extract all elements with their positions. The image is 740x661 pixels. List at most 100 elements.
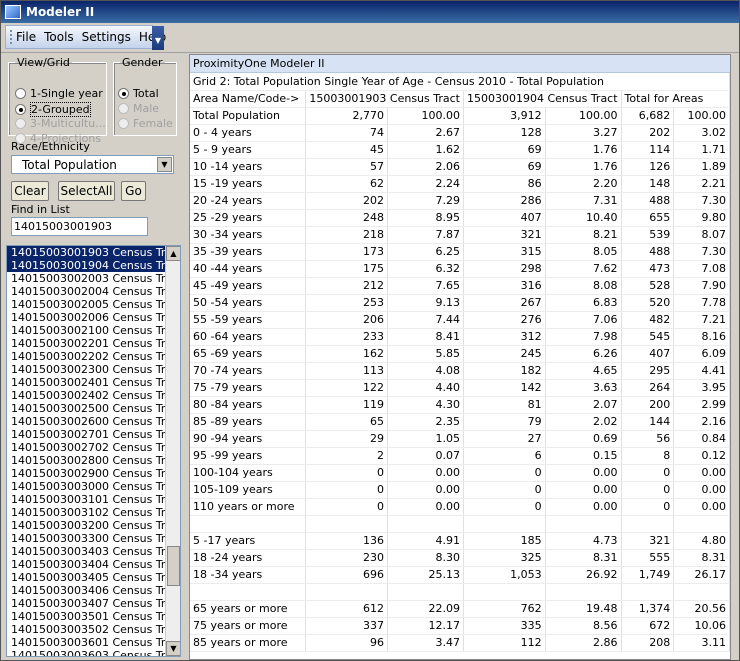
go-button[interactable]: Go — [121, 181, 146, 201]
list-item[interactable]: 14015003002100 Census Tract — [7, 324, 180, 337]
list-item[interactable]: 14015003002900 Census Tract — [7, 467, 180, 480]
table-row[interactable]: 15 -19 years 62 2.24 86 2.20 148 2.21 — [190, 175, 730, 193]
list-scrollbar[interactable]: ▲ ▼ — [165, 246, 180, 656]
list-item[interactable]: 14015003003405 Census Tract — [7, 571, 180, 584]
table-cell: 2.67 — [387, 124, 464, 142]
table-row[interactable]: 25 -29 years 248 8.95 407 10.40 655 9.80 — [190, 209, 730, 227]
list-item[interactable]: 14015003002201 Census Tract — [7, 337, 180, 350]
table-row[interactable]: 75 -79 years 122 4.40 142 3.63 264 3.95 — [190, 379, 730, 397]
list-item[interactable]: 14015003002005 Census Tract — [7, 298, 180, 311]
row-label: 100-104 years — [190, 464, 307, 482]
table-row[interactable]: 35 -39 years 173 6.25 315 8.05 488 7.30 — [190, 243, 730, 261]
table-row[interactable] — [190, 515, 730, 533]
race-select[interactable]: Total Population ▼ — [11, 155, 174, 174]
table-row[interactable]: 10 -14 years 57 2.06 69 1.76 126 1.89 — [190, 158, 730, 176]
table-cell: 6.09 — [673, 345, 730, 363]
table-row[interactable]: 85 -89 years 65 2.35 79 2.02 144 2.16 — [190, 413, 730, 431]
table-row[interactable]: 18 -34 years 696 25.13 1,053 26.92 1,749 26.17 — [190, 566, 730, 584]
list-item[interactable]: 14015003003404 Census Tract — [7, 558, 180, 571]
list-item[interactable]: 14015003003101 Census Tract — [7, 493, 180, 506]
table-row[interactable]: Total Population 2,770 100.00 3,912 100.00 6,… — [190, 107, 730, 125]
table-row[interactable]: 0 - 4 years 74 2.67 128 3.27 202 3.02 — [190, 124, 730, 142]
overflow-chevron-icon[interactable]: ▼ — [152, 26, 164, 50]
list-item[interactable]: 14015003002401 Census Tract — [7, 376, 180, 389]
find-input[interactable]: 14015003001903 — [11, 217, 148, 236]
list-item[interactable]: 14015003002800 Census Tract — [7, 454, 180, 467]
table-row[interactable]: 80 -84 years 119 4.30 81 2.07 200 2.99 — [190, 396, 730, 414]
table-cell: 2.20 — [545, 175, 622, 193]
menu-strip: File Tools Settings Help ▼ — [5, 25, 166, 50]
list-item[interactable]: 14015003002500 Census Tract — [7, 402, 180, 415]
table-row[interactable]: 30 -34 years 218 7.87 321 8.21 539 8.07 — [190, 226, 730, 244]
table-cell: 1.71 — [673, 141, 730, 159]
list-item[interactable]: 14015003003200 Census Tract — [7, 519, 180, 532]
table-row[interactable]: 110 years or more 0 0.00 0 0.00 0 0.00 — [190, 498, 730, 516]
scroll-up-icon[interactable]: ▲ — [166, 246, 180, 261]
list-item[interactable]: 14015003003000 Census Tract — [7, 480, 180, 493]
menu-settings[interactable]: Settings — [82, 30, 131, 44]
table-row[interactable]: 20 -24 years 202 7.29 286 7.31 488 7.30 — [190, 192, 730, 210]
title-bar[interactable]: Modeler II — [1, 1, 739, 23]
list-item[interactable]: 14015003002702 Census Tract — [7, 441, 180, 454]
table-row[interactable]: 65 -69 years 162 5.85 245 6.26 407 6.09 — [190, 345, 730, 363]
selectall-button[interactable]: SelectAll — [58, 181, 115, 201]
list-item[interactable]: 14015003003102 Census Tract — [7, 506, 180, 519]
table-row[interactable]: 85 years or more 96 3.47 112 2.86 208 3.11 — [190, 634, 730, 652]
list-item[interactable]: 14015003002202 Census Tract — [7, 350, 180, 363]
table-row[interactable]: 75 years or more 337 12.17 335 8.56 672 10.06 — [190, 617, 730, 635]
list-item[interactable]: 14015003002004 Census Tract — [7, 285, 180, 298]
table-row[interactable]: 60 -64 years 233 8.41 312 7.98 545 8.16 — [190, 328, 730, 346]
scroll-thumb[interactable] — [167, 546, 180, 586]
table-row[interactable]: 100-104 years 0 0.00 0 0.00 0 0.00 — [190, 464, 730, 482]
list-item[interactable]: 14015003002600 Census Tract — [7, 415, 180, 428]
scroll-down-icon[interactable]: ▼ — [166, 641, 180, 656]
radio-male[interactable]: Male — [118, 102, 159, 115]
table-row[interactable]: 5 -17 years 136 4.91 185 4.73 321 4.80 — [190, 532, 730, 550]
grip-icon[interactable] — [10, 30, 12, 44]
list-item[interactable]: 14015003003501 Census Tract — [7, 610, 180, 623]
list-item[interactable]: 14015003003601 Census Tract — [7, 636, 180, 649]
list-item[interactable]: 14015003003502 Census Tract — [7, 623, 180, 636]
list-item[interactable]: 14015003003300 Census Tract — [7, 532, 180, 545]
list-item[interactable]: 14015003003406 Census Tract — [7, 584, 180, 597]
list-item[interactable]: 14015003002300 Census Tract — [7, 363, 180, 376]
chevron-down-icon[interactable]: ▼ — [157, 157, 172, 172]
table-cell: 26.17 — [673, 566, 730, 584]
menu-file[interactable]: File — [16, 30, 36, 44]
radio-total[interactable]: Total — [118, 87, 159, 100]
table-row[interactable]: 18 -24 years 230 8.30 325 8.31 555 8.31 — [190, 549, 730, 567]
clear-button[interactable]: Clear — [11, 181, 49, 201]
table-cell — [545, 515, 622, 533]
menu-tools[interactable]: Tools — [44, 30, 74, 44]
grid-title: Grid 2: Total Population Single Year of … — [190, 73, 730, 91]
table-row[interactable]: 70 -74 years 113 4.08 182 4.65 295 4.41 — [190, 362, 730, 380]
row-label: 35 -39 years — [190, 243, 307, 261]
list-item[interactable]: 14015003002006 Census Tract — [7, 311, 180, 324]
table-row[interactable]: 50 -54 years 253 9.13 267 6.83 520 7.78 — [190, 294, 730, 312]
radio-female[interactable]: Female — [118, 117, 173, 130]
tract-list[interactable]: 14015003001903 Census Tract 1401500300190… — [6, 245, 181, 657]
table-row[interactable]: 40 -44 years 175 6.32 298 7.62 473 7.08 — [190, 260, 730, 278]
viewgrid-group: View/Grid 1-Single year 2-Grouped 3-Mult… — [8, 56, 107, 145]
table-row[interactable]: 105-109 years 0 0.00 0 0.00 0 0.00 — [190, 481, 730, 499]
table-cell: 7.98 — [545, 328, 622, 346]
list-item[interactable]: 14015003002701 Census Tract — [7, 428, 180, 441]
radio-multicultural[interactable]: 3-Multicultu... — [15, 117, 106, 130]
table-cell: 8.07 — [673, 226, 730, 244]
radio-grouped[interactable]: 2-Grouped — [15, 102, 91, 117]
list-item[interactable]: 14015003002003 Census Tract — [7, 272, 180, 285]
list-item[interactable]: 14015003003403 Census Tract — [7, 545, 180, 558]
list-item[interactable]: 14015003001903 Census Tract — [7, 246, 180, 259]
list-item[interactable]: 14015003003407 Census Tract — [7, 597, 180, 610]
table-row[interactable]: 90 -94 years 29 1.05 27 0.69 56 0.84 — [190, 430, 730, 448]
list-item[interactable]: 14015003002402 Census Tract — [7, 389, 180, 402]
list-item[interactable]: 14015003003603 Census Tract — [7, 649, 180, 656]
table-row[interactable]: 65 years or more 612 22.09 762 19.48 1,374 20.… — [190, 600, 730, 618]
table-row[interactable] — [190, 583, 730, 601]
table-row[interactable]: 5 - 9 years 45 1.62 69 1.76 114 1.71 — [190, 141, 730, 159]
table-row[interactable]: 95 -99 years 2 0.07 6 0.15 8 0.12 — [190, 447, 730, 465]
table-row[interactable]: 55 -59 years 206 7.44 276 7.06 482 7.21 — [190, 311, 730, 329]
list-item[interactable]: 14015003001904 Census Tract — [7, 259, 180, 272]
table-cell: 2.07 — [545, 396, 622, 414]
table-row[interactable]: 45 -49 years 212 7.65 316 8.08 528 7.90 — [190, 277, 730, 295]
